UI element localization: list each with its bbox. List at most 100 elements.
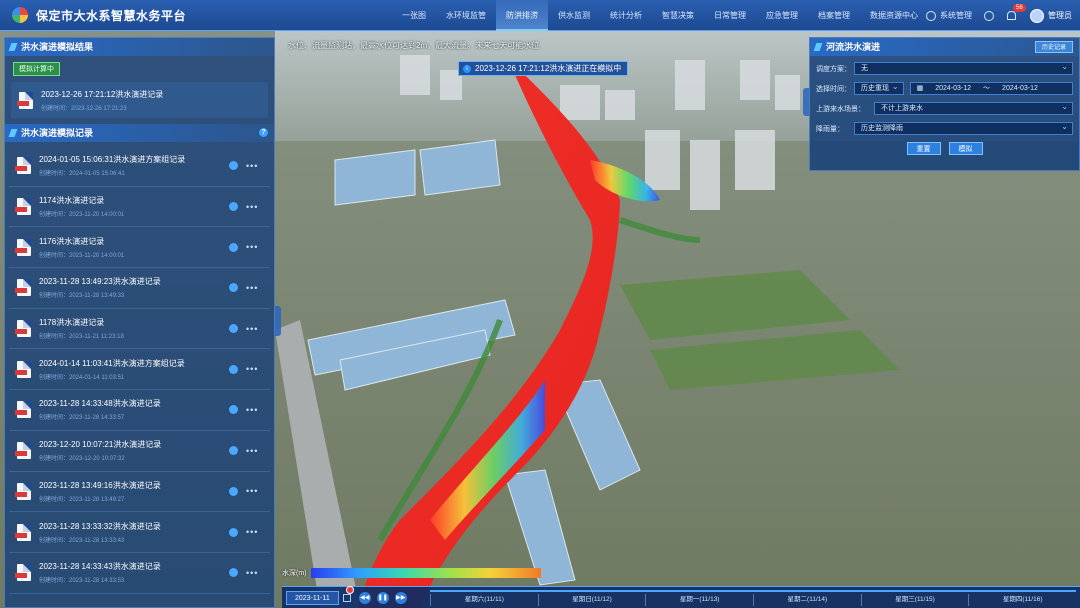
more-icon[interactable]: •••	[246, 161, 264, 171]
timeline-day[interactable]: 星期二(11/14)	[753, 594, 861, 606]
nav-item-water-supply[interactable]: 供水监测	[548, 0, 600, 31]
playback-controls: ◀◀ ❚❚ ▶▶	[358, 591, 407, 604]
record-time: 创建时间：2024-01-14 11:03:51	[39, 374, 125, 381]
nav-item-data-center[interactable]: 数据资源中心	[860, 0, 928, 31]
system-settings-button[interactable]: 系统管理	[926, 10, 972, 21]
list-item[interactable]: 1178洪水演进记录 创建时间：2023-11-21 11:23:18 •••	[9, 309, 270, 350]
record-title: 1174洪水演进记录	[39, 196, 105, 206]
left-panel-collapse-handle[interactable]	[275, 306, 281, 336]
more-icon[interactable]: •••	[246, 446, 264, 456]
record-time: 创建时间：2023-11-28 13:49:27	[39, 496, 125, 503]
list-item[interactable]: 2024-01-14 11:03:41洪水演进方案组记录 创建时间：2024-01…	[9, 349, 270, 391]
upstream-select[interactable]: 不计上游来水	[874, 101, 1073, 115]
timeline-day[interactable]: 星期六(11/11)	[430, 594, 538, 606]
more-icon[interactable]: •••	[246, 568, 264, 578]
list-item[interactable]: 2023-12-20 10:07:21洪水演进记录 创建时间：2023-12-20…	[9, 431, 270, 472]
pdf-file-icon	[15, 564, 31, 582]
nav-item-statistics[interactable]: 统计分析	[600, 0, 652, 31]
more-icon[interactable]: •••	[246, 283, 264, 293]
play-icon[interactable]	[229, 568, 238, 578]
more-icon[interactable]: •••	[246, 486, 264, 496]
play-icon[interactable]	[229, 202, 238, 212]
top-bar-tools: 系统管理 56 管理员	[926, 0, 1072, 31]
list-item[interactable]: 2023-11-28 13:33:32洪水演进记录 创建时间：2023-11-28…	[9, 512, 270, 553]
scheme-select[interactable]: 无	[854, 61, 1073, 75]
play-icon[interactable]	[229, 446, 238, 456]
more-icon[interactable]: •••	[246, 527, 264, 537]
record-time: 创建时间：2024-01-05 15:06:41	[39, 171, 125, 178]
list-item[interactable]: 2024-01-05 15:06:31洪水演进方案组记录 创建时间：2024-01…	[9, 146, 270, 187]
nav-item-decision[interactable]: 智慧决策	[652, 0, 704, 31]
marquee-tip: 水位、流量监测站，最高水位可达到2m，最大流量。未来七天可能水位	[288, 41, 540, 50]
record-title: 2023-11-28 13:33:32洪水演进记录	[39, 521, 161, 531]
simulation-status-text: 2023-12-26 17:21:12洪水演进正在模拟中	[475, 64, 622, 73]
date-start: 2024-03-12	[935, 85, 972, 92]
time-type-select[interactable]: 历史重现	[854, 81, 904, 95]
timeline-date[interactable]: 2023-11-11	[286, 590, 339, 605]
play-icon[interactable]	[229, 486, 238, 496]
gear-icon	[926, 10, 936, 21]
notification-badge: 56	[1013, 3, 1026, 12]
list-item[interactable]: 2023-11-28 14:33:48洪水演进记录 创建时间：2023-11-28…	[9, 390, 270, 431]
list-item[interactable]: 2023-11-28 14:33:43洪水演进记录 创建时间：2023-11-28…	[9, 553, 270, 594]
nav-item-overview[interactable]: 一张图	[392, 0, 436, 31]
timeline-day[interactable]: 星期四(11/16)	[968, 594, 1076, 606]
pdf-file-icon	[15, 238, 31, 256]
rewind-icon[interactable]: ◀◀	[358, 591, 371, 604]
more-icon[interactable]: •••	[246, 324, 264, 334]
more-icon[interactable]: •••	[246, 405, 264, 415]
nav-item-emergency[interactable]: 应急管理	[756, 0, 808, 31]
date-range-input[interactable]: ▦ 2024-03-12 ～ 2024-03-12	[909, 82, 1073, 95]
nav-item-daily[interactable]: 日常管理	[704, 0, 756, 31]
record-title: 2023-11-28 13:49:23洪水演进记录	[39, 277, 161, 287]
scheme-row: 调度方案： 无	[816, 61, 1073, 76]
timeline-track[interactable]: 星期六(11/11) 星期日(11/12) 星期一(11/13) 星期二(11/…	[430, 590, 1076, 606]
rain-select[interactable]: 历史监测降雨	[854, 121, 1073, 135]
notification-button[interactable]: 56	[1006, 3, 1026, 22]
stop-icon[interactable]	[346, 586, 354, 594]
play-icon[interactable]	[229, 527, 238, 537]
pause-icon[interactable]: ❚❚	[376, 591, 389, 604]
logo-icon	[12, 7, 28, 23]
time-row: 选择时间： 历史重现 ▦ 2024-03-12 ～ 2024-03-12	[816, 81, 1073, 96]
nav-item-flood-control[interactable]: 防洪排涝	[496, 0, 548, 31]
play-icon[interactable]	[229, 405, 238, 415]
list-item[interactable]: 2023-11-28 13:49:23洪水演进记录 创建时间：2023-11-28…	[9, 268, 270, 309]
right-panel-title: 河流洪水演进 历史记录	[810, 38, 1079, 56]
avatar	[1030, 8, 1044, 23]
record-title: 2023-11-28 14:33:43洪水演进记录	[39, 562, 161, 572]
pdf-file-icon	[15, 482, 31, 500]
pdf-file-icon	[15, 279, 31, 297]
nav-item-archive[interactable]: 档案管理	[808, 0, 860, 31]
timeline-day[interactable]: 星期日(11/12)	[537, 594, 646, 606]
form-actions: 重置 模拟	[810, 142, 1079, 155]
more-icon[interactable]: •••	[246, 364, 264, 374]
simulate-button[interactable]: 模拟	[948, 142, 983, 155]
simulation-status-label: i 2023-12-26 17:21:12洪水演进正在模拟中	[458, 61, 629, 76]
current-result-time: 创建时间：2023-12-26 17:21:23	[41, 105, 127, 112]
play-icon[interactable]	[229, 283, 238, 293]
list-item[interactable]: 2023-11-28 13:49:16洪水演进记录 创建时间：2023-11-28…	[9, 472, 270, 513]
rain-row: 降雨量： 历史监测降雨	[816, 121, 1073, 136]
play-icon[interactable]	[229, 161, 238, 171]
play-icon[interactable]	[229, 324, 238, 334]
reset-button[interactable]: 重置	[906, 142, 941, 155]
timeline-day[interactable]: 星期一(11/13)	[645, 594, 753, 606]
record-time: 创建时间：2023-11-20 14:00:01	[39, 212, 125, 219]
calendar-icon[interactable]	[342, 593, 351, 602]
history-button[interactable]: 历史记录	[1034, 41, 1073, 53]
search-icon[interactable]	[984, 10, 994, 21]
user-menu[interactable]: 管理员	[1030, 8, 1072, 23]
pdf-file-icon	[17, 91, 33, 109]
list-item[interactable]: 1174洪水演进记录创建时间：2023-11-20 14:00:01 •••	[9, 187, 270, 228]
more-icon[interactable]: •••	[246, 242, 264, 252]
current-result-item[interactable]: 2023-12-26 17:21:12洪水演进记录 创建时间：2023-12-2…	[11, 82, 268, 118]
help-icon[interactable]: ?	[259, 128, 268, 137]
more-icon[interactable]: •••	[246, 202, 264, 212]
nav-item-water-env[interactable]: 水环境监管	[436, 0, 496, 31]
timeline-day[interactable]: 星期三(11/15)	[860, 594, 969, 606]
play-icon[interactable]	[229, 364, 238, 374]
list-item[interactable]: 1176洪水演进记录 创建时间：2023-11-20 14:00:01 •••	[9, 227, 270, 269]
forward-icon[interactable]: ▶▶	[394, 591, 407, 604]
play-icon[interactable]	[229, 242, 238, 252]
